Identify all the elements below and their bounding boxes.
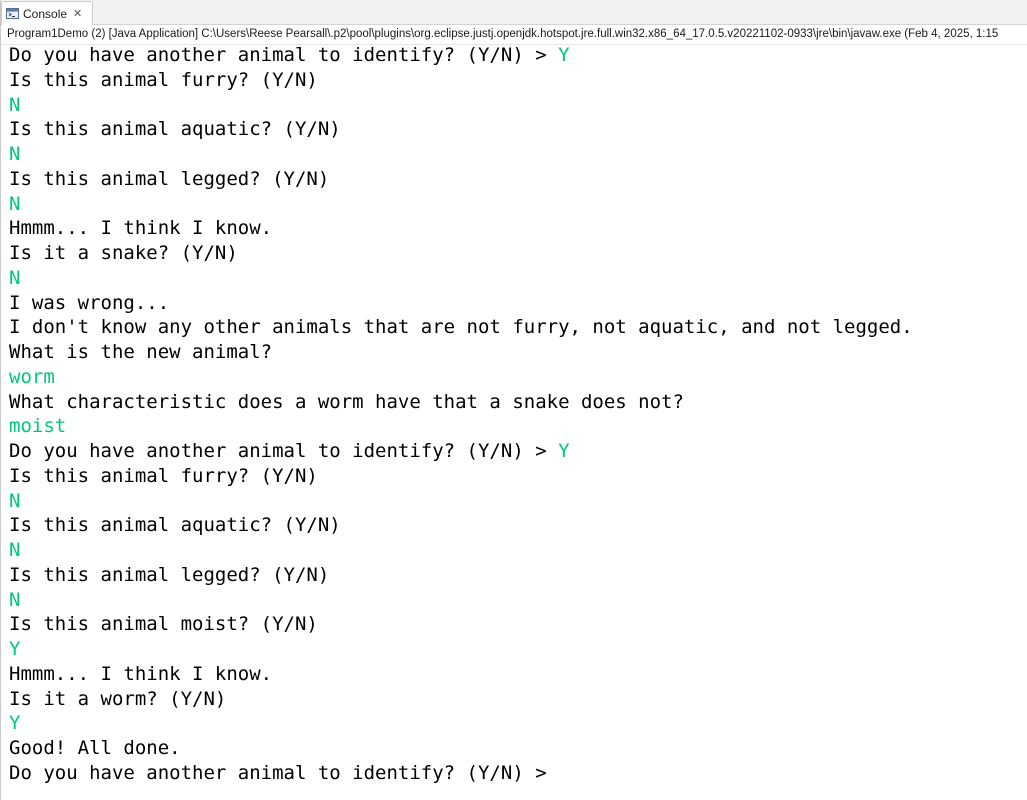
console-line: What is the new animal? (9, 340, 1027, 365)
console-line: Do you have another animal to identify? … (9, 761, 1027, 786)
console-output-text: Is this animal furry? (Y/N) (9, 68, 318, 91)
console-line: worm (9, 365, 1027, 390)
console-output-text: Is this animal aquatic? (Y/N) (9, 514, 341, 537)
console-user-input: Y (558, 44, 570, 66)
console-line: Is this animal aquatic? (Y/N) (9, 513, 1027, 538)
console-output-text: Is this animal legged? (Y/N) (9, 167, 330, 190)
console-line: Hmmm... I think I know. (9, 662, 1027, 687)
console-user-input: worm (9, 365, 55, 388)
tab-console-label: Console (23, 6, 68, 21)
console-line: N (9, 489, 1027, 514)
console-line: Y (9, 637, 1027, 662)
console-line: N (9, 192, 1027, 217)
console-output-text: Do you have another animal to identify? … (9, 440, 559, 462)
console-view: Console ✕ Program1Demo (2) [Java Applica… (0, 0, 1027, 800)
console-output-text: Is this animal furry? (Y/N) (9, 464, 318, 487)
close-icon[interactable]: ✕ (73, 7, 82, 20)
console-line: Is this animal aquatic? (Y/N) (9, 117, 1027, 142)
console-user-input: moist (9, 415, 67, 438)
console-output-text: Do you have another animal to identify? … (9, 44, 559, 66)
console-line: N (9, 266, 1027, 291)
console-line: Is it a snake? (Y/N) (9, 241, 1027, 266)
console-line: Is this animal legged? (Y/N) (9, 563, 1027, 588)
console-line: Good! All done. (9, 736, 1027, 761)
view-tab-bar: Console ✕ (1, 0, 1027, 25)
console-user-input: N (9, 539, 21, 561)
console-user-input: N (9, 192, 21, 215)
console-output[interactable]: Do you have another animal to identify? … (9, 43, 1027, 800)
console-line: What characteristic does a worm have tha… (9, 390, 1027, 415)
console-user-input: Y (9, 638, 21, 660)
console-output-text: Is this animal legged? (Y/N) (9, 563, 330, 586)
console-line: Is this animal furry? (Y/N) (9, 68, 1027, 93)
console-output-text: Is this animal aquatic? (Y/N) (9, 118, 341, 141)
console-output-text: What characteristic does a worm have tha… (9, 390, 684, 413)
console-line: Y (9, 711, 1027, 736)
console-user-input: Y (558, 440, 570, 462)
console-line: Do you have another animal to identify? … (9, 439, 1027, 464)
console-output-text: Hmmm... I think I know. (9, 662, 273, 685)
console-line: moist (9, 414, 1027, 439)
console-icon (6, 7, 19, 20)
tab-console[interactable]: Console ✕ (1, 1, 94, 25)
console-output-text: I don't know any other animals that are … (9, 316, 913, 339)
console-output-text: Good! All done. (9, 737, 181, 759)
console-line: N (9, 142, 1027, 167)
console-line: N (9, 588, 1027, 613)
process-status-line: Program1Demo (2) [Java Application] C:\U… (1, 25, 1027, 45)
console-user-input: N (9, 143, 21, 165)
console-user-input: Y (9, 712, 21, 735)
console-output-text: What is the new animal? (9, 341, 273, 363)
console-line: N (9, 93, 1027, 118)
console-line: Is it a worm? (Y/N) (9, 687, 1027, 712)
console-output-text: Do you have another animal to identify? … (9, 761, 559, 784)
console-output-text: Is it a snake? (Y/N) (9, 242, 238, 264)
console-line: Do you have another animal to identify? … (9, 43, 1027, 68)
console-output-text: Is it a worm? (Y/N) (9, 687, 227, 710)
console-output-text: I was wrong... (9, 291, 170, 314)
console-line: Is this animal legged? (Y/N) (9, 167, 1027, 192)
console-user-input: N (9, 266, 21, 289)
console-output-text: Hmmm... I think I know. (9, 217, 273, 240)
console-line: Hmmm... I think I know. (9, 216, 1027, 241)
console-line: I was wrong... (9, 291, 1027, 316)
console-user-input: N (9, 588, 21, 611)
console-user-input: N (9, 489, 21, 512)
console-line: I don't know any other animals that are … (9, 315, 1027, 340)
console-line: Is this animal moist? (Y/N) (9, 612, 1027, 637)
console-output-text: Is this animal moist? (Y/N) (9, 613, 318, 636)
console-user-input: N (9, 93, 21, 116)
console-line: N (9, 538, 1027, 563)
console-line: Is this animal furry? (Y/N) (9, 464, 1027, 489)
